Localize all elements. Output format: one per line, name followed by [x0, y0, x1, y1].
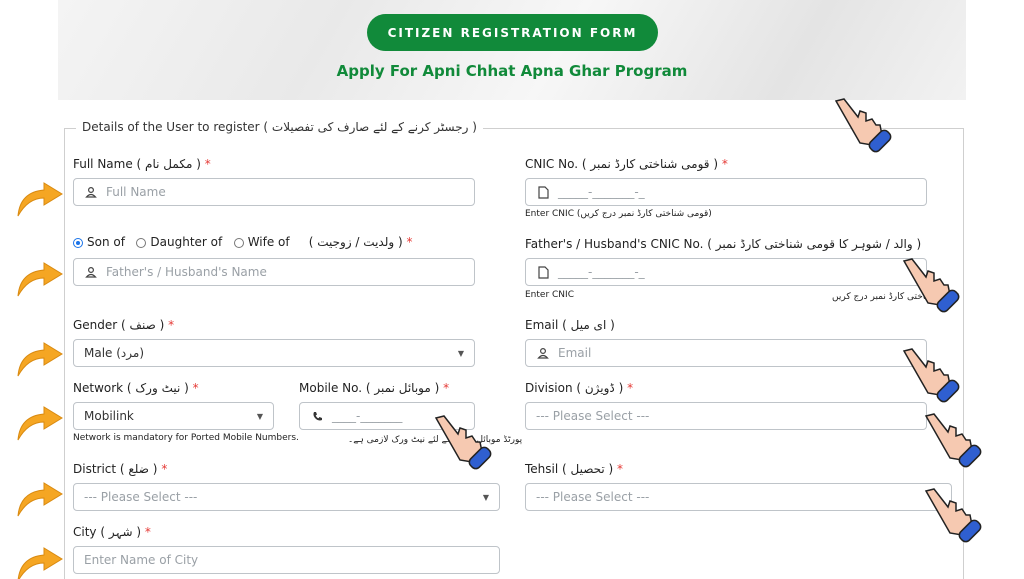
district-label: District ( ضلع ) *: [73, 462, 168, 476]
pointing-hand-icon: [902, 348, 960, 403]
relation-label: ( ولدیت / زوجیت ): [308, 235, 403, 249]
user-icon: [84, 265, 98, 279]
network-label: Network ( نیٹ ورک ) *: [73, 381, 199, 395]
father-cnic-input[interactable]: _____-_______-_: [525, 258, 927, 286]
gender-select[interactable]: Male (مرد) ▼: [73, 339, 475, 367]
cnic-label: CNIC No. ( قومی شناختی کارڈ نمبر ) *: [525, 157, 728, 171]
pointing-hand-icon: [924, 488, 982, 543]
file-icon: [536, 265, 550, 279]
email-label: Email ( ای میل ): [525, 318, 615, 332]
radio-son-of-indicator[interactable]: [73, 237, 83, 248]
curved-arrow-icon: [17, 482, 63, 517]
gender-label: Gender ( صنف ) *: [73, 318, 175, 332]
file-icon: [536, 185, 550, 199]
mobile-label: Mobile No. ( موبائل نمبر ) *: [299, 381, 450, 395]
city-input[interactable]: Enter Name of City: [73, 546, 500, 574]
radio-daughter-of-indicator[interactable]: [136, 237, 147, 248]
radio-wife-of-indicator[interactable]: [233, 237, 244, 248]
radio-son-of[interactable]: Son of: [73, 235, 125, 249]
father-cnic-help: Enter CNIC: [525, 290, 574, 300]
curved-arrow-icon: [17, 182, 63, 217]
curved-arrow-icon: [17, 547, 63, 579]
tehsil-label: Tehsil ( تحصیل ) *: [525, 462, 624, 476]
relation-radio-group: Son of Daughter of Wife of ( ولدیت / زوج…: [73, 235, 413, 249]
curved-arrow-icon: [17, 342, 63, 377]
city-label: City ( شہر ) *: [73, 525, 151, 539]
tehsil-select[interactable]: --- Please Select ---: [525, 483, 952, 511]
chevron-down-icon: ▼: [482, 492, 489, 502]
user-icon: [536, 346, 550, 360]
full-name-input[interactable]: Full Name: [73, 178, 475, 206]
phone-icon: [310, 409, 324, 423]
cnic-help: Enter CNIC (قومی شناختی کارڈ نمبر درج کر…: [525, 209, 712, 219]
radio-wife-of[interactable]: Wife of: [233, 235, 290, 249]
division-select[interactable]: --- Please Select ---: [525, 402, 927, 430]
program-subtitle: Apply For Apni Chhat Apna Ghar Program: [336, 62, 688, 80]
district-select[interactable]: --- Please Select --- ▼: [73, 483, 500, 511]
cnic-input[interactable]: _____-_______-_: [525, 178, 927, 206]
network-help: Network is mandatory for Ported Mobile N…: [73, 433, 299, 443]
full-name-label: Full Name ( مکمل نام ) *: [73, 157, 211, 171]
curved-arrow-icon: [17, 406, 63, 441]
user-icon: [84, 185, 98, 199]
pointing-hand-icon: [834, 98, 892, 153]
curved-arrow-icon: [17, 262, 63, 297]
division-label: Division ( ڈویژن ) *: [525, 381, 634, 395]
citizen-registration-form-button[interactable]: CITIZEN REGISTRATION FORM: [367, 14, 658, 51]
section-legend: Details of the User to register ( رجسٹر …: [76, 120, 483, 134]
pointing-hand-icon: [434, 415, 492, 470]
father-name-input[interactable]: Father's / Husband's Name: [73, 258, 475, 286]
chevron-down-icon: ▼: [256, 411, 263, 421]
radio-daughter-of[interactable]: Daughter of: [136, 235, 222, 249]
chevron-down-icon: ▼: [457, 348, 464, 358]
email-input[interactable]: Email: [525, 339, 927, 367]
network-select[interactable]: Mobilink ▼: [73, 402, 274, 430]
pointing-hand-icon: [924, 413, 982, 468]
father-cnic-label: Father's / Husband's CNIC No. ( والد / ش…: [525, 237, 922, 251]
pointing-hand-icon: [902, 258, 960, 313]
